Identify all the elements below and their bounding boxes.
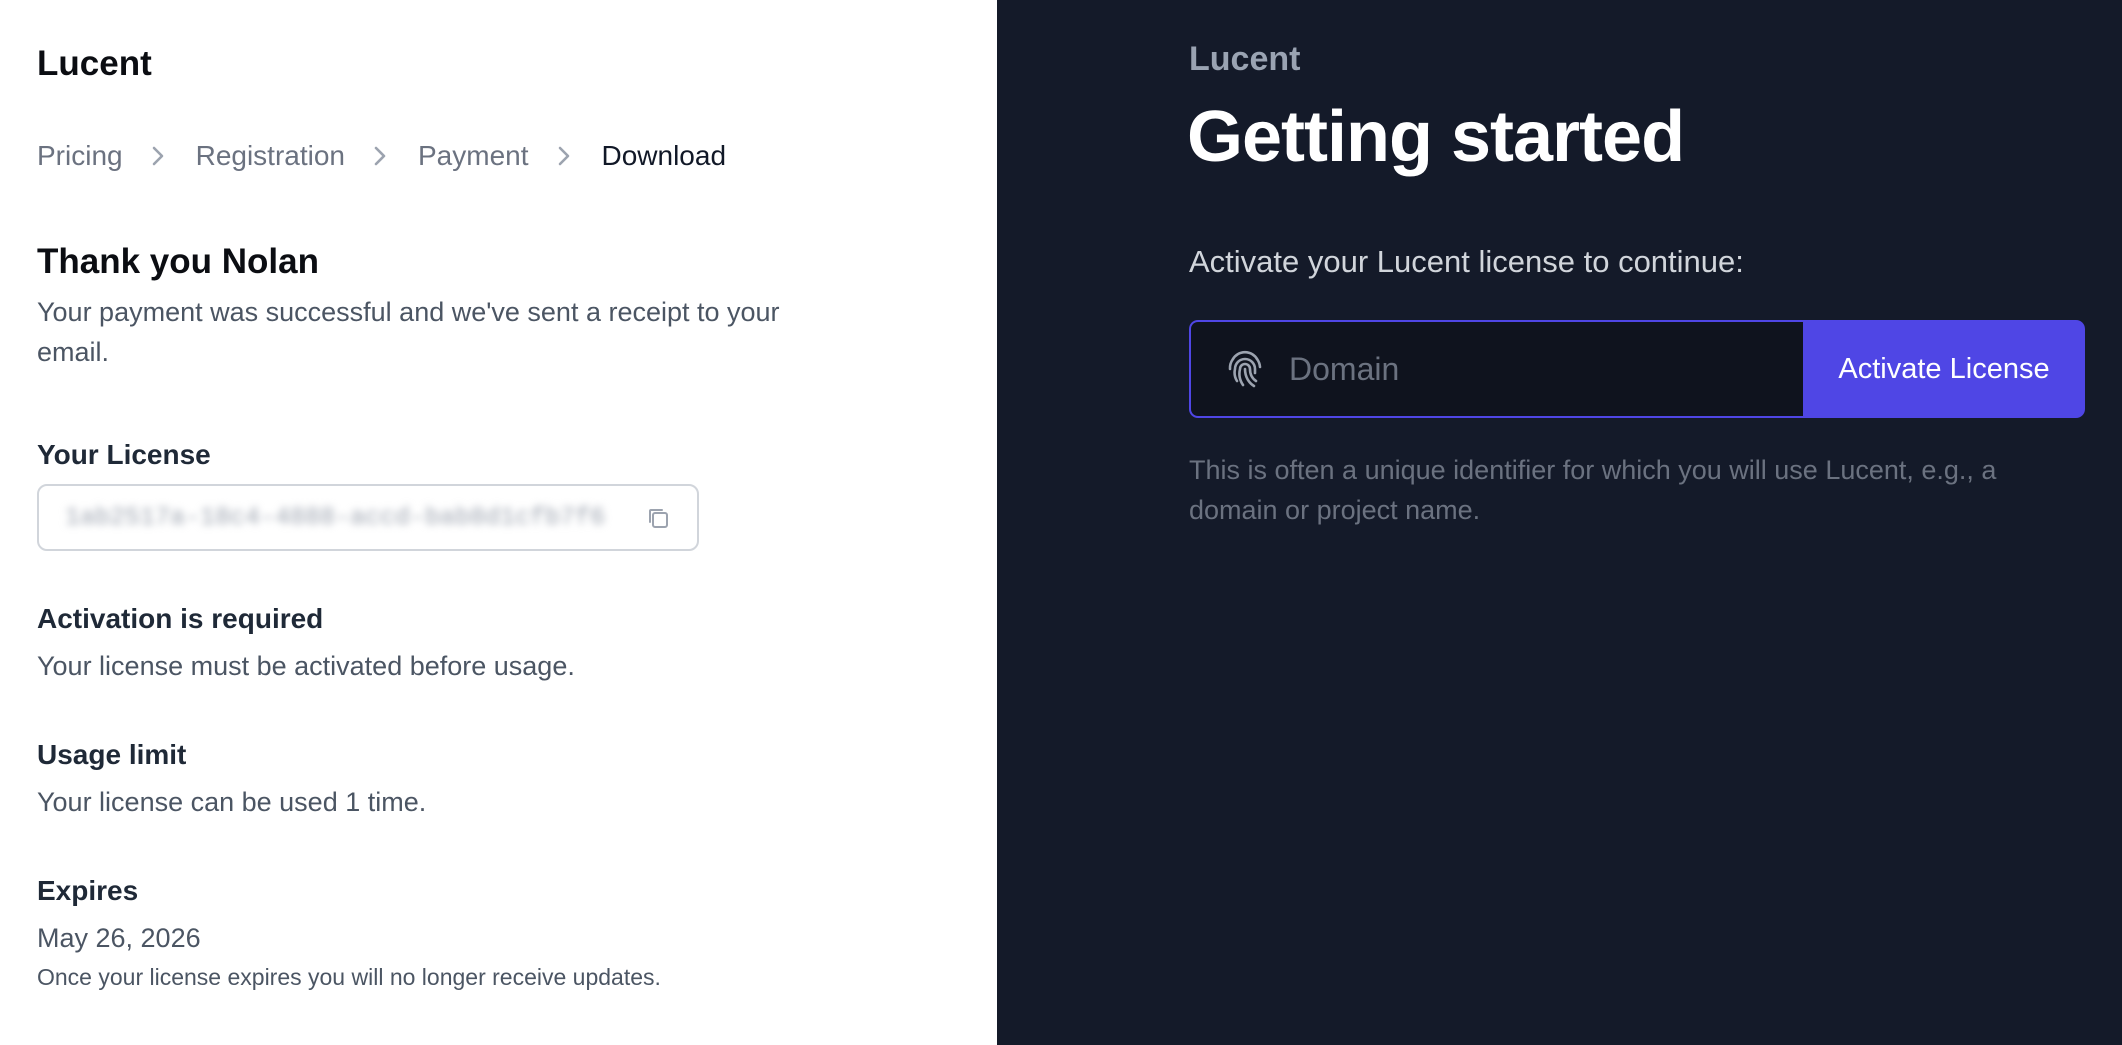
expires-label: Expires — [37, 875, 139, 906]
breadcrumb-item-download[interactable]: Download — [602, 140, 727, 172]
expires-date: May 26, 2026 — [37, 923, 201, 953]
breadcrumb: Pricing Registration Payment Download — [37, 140, 726, 172]
activation-panel: Lucent Getting started Activate your Luc… — [997, 0, 2122, 1045]
license-label: Your License — [37, 439, 211, 470]
license-key-value[interactable]: 1ab2517a-18c4-4888-accd-bab8d1cfb7f6 — [65, 503, 643, 532]
payment-success-text: Your payment was successful and we've se… — [37, 297, 780, 367]
thank-you-heading: Thank you Nolan — [37, 242, 319, 281]
expires-note: Once your license expires you will no lo… — [37, 964, 661, 990]
activation-label: Activation is required — [37, 603, 324, 634]
activation-text: Your license must be activated before us… — [37, 651, 575, 681]
chevron-right-icon — [151, 146, 169, 166]
domain-hint-text: This is often a unique identifier for wh… — [1189, 455, 1997, 525]
activate-license-button[interactable]: Activate License — [1803, 320, 2085, 418]
page-title: Getting started — [1187, 97, 1685, 177]
breadcrumb-item-payment[interactable]: Payment — [418, 140, 529, 172]
copy-icon[interactable] — [643, 503, 673, 533]
chevron-right-icon — [557, 146, 575, 166]
fingerprint-icon — [1225, 345, 1265, 394]
breadcrumb-item-registration[interactable]: Registration — [196, 140, 345, 172]
brand-logo: Lucent — [37, 44, 152, 83]
license-key-field[interactable]: 1ab2517a-18c4-4888-accd-bab8d1cfb7f6 — [37, 484, 699, 551]
usage-limit-label: Usage limit — [37, 739, 187, 770]
domain-input[interactable] — [1287, 349, 1771, 389]
activation-prompt: Activate your Lucent license to continue… — [1189, 244, 1744, 279]
activate-license-form: Activate License — [1189, 320, 2085, 418]
domain-field[interactable] — [1189, 320, 1803, 418]
brand-logo-secondary: Lucent — [1189, 40, 1301, 78]
chevron-right-icon — [373, 146, 391, 166]
usage-limit-text: Your license can be used 1 time. — [37, 787, 427, 817]
breadcrumb-item-pricing[interactable]: Pricing — [37, 140, 123, 172]
checkout-panel: Lucent Pricing Registration Payment Down… — [0, 0, 997, 1045]
